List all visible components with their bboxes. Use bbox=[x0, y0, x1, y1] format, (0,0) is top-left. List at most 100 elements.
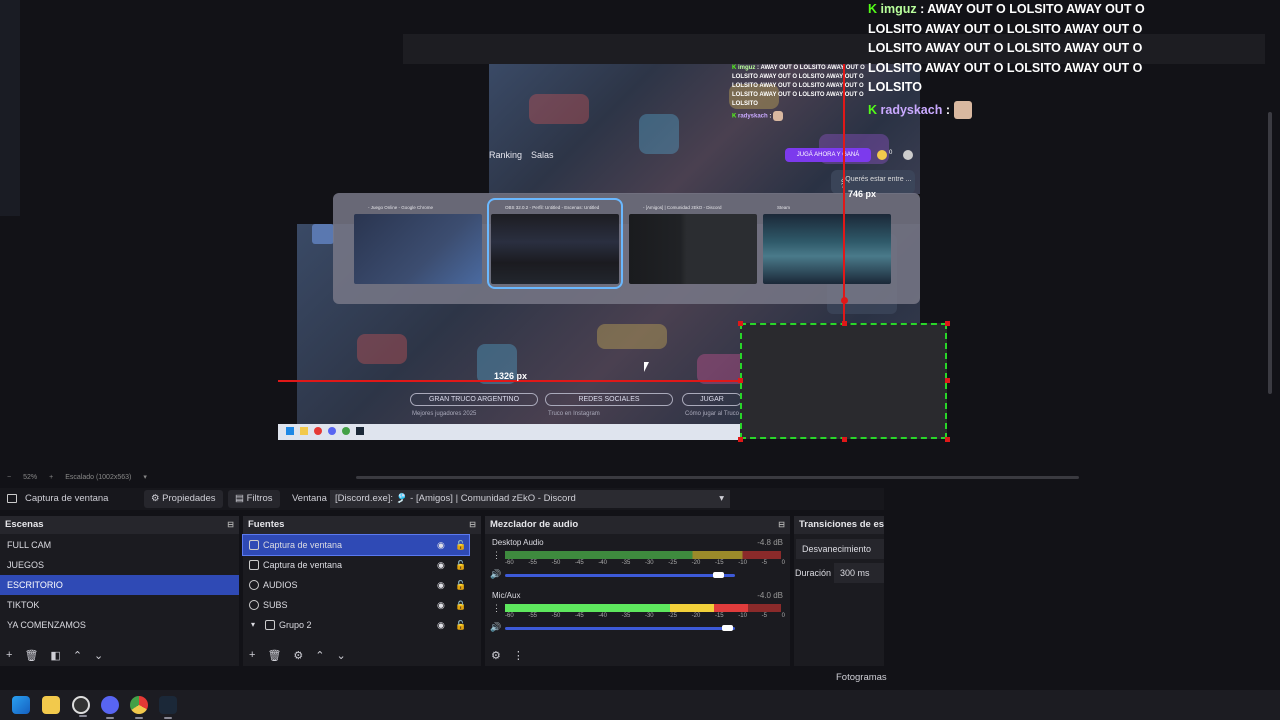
remove-source-icon[interactable]: 🗑 bbox=[267, 649, 281, 662]
blank-region bbox=[884, 488, 1280, 718]
advanced-audio-icon[interactable]: ⚙ bbox=[491, 649, 501, 662]
source-item[interactable]: Captura de ventana ◉ 🔓 bbox=[243, 555, 469, 575]
filters-button[interactable]: ▤ Filtros bbox=[228, 490, 280, 508]
meter-tick: -45 bbox=[574, 613, 584, 619]
visibility-eye-icon[interactable]: ◉ bbox=[437, 615, 445, 635]
preview-horizontal-scrollbar[interactable] bbox=[356, 476, 1079, 479]
meter-tick: -5 bbox=[761, 613, 767, 619]
captured-chat-message: K radyskach : bbox=[732, 111, 872, 122]
mixer-toolbar: ⚙ ⋮ bbox=[485, 644, 790, 666]
visibility-eye-icon[interactable]: ◉ bbox=[437, 535, 445, 555]
track-menu-icon[interactable]: ⋮ bbox=[492, 550, 501, 561]
resize-handle[interactable] bbox=[945, 321, 950, 326]
meter-tick: 0 bbox=[781, 613, 785, 619]
vertical-measure-line bbox=[843, 64, 845, 323]
captured-chat-message: K imguz : AWAY OUT O LOLSITO AWAY OUT O … bbox=[732, 65, 865, 107]
site-avatar bbox=[903, 150, 913, 160]
move-up-icon[interactable]: ⌃ bbox=[73, 649, 82, 662]
source-properties-icon[interactable]: ⚙ bbox=[293, 649, 303, 662]
site-pill: GRAN TRUCO ARGENTINO bbox=[410, 393, 538, 406]
volume-slider[interactable] bbox=[505, 625, 735, 631]
window-select[interactable]: [Discord.exe]: 🎐 - [Amigos] | Comunidad … bbox=[330, 490, 730, 508]
chevron-down-icon[interactable]: ▾ bbox=[251, 615, 255, 635]
switcher-card-title: - Juego Online - Google Chrome bbox=[368, 205, 434, 210]
resize-handle[interactable] bbox=[738, 378, 743, 383]
lock-icon[interactable]: 🔓 bbox=[455, 575, 466, 595]
scene-item[interactable]: JUEGOS bbox=[0, 555, 239, 575]
move-down-icon[interactable]: ⌄ bbox=[337, 649, 346, 662]
meter-tick: -60 bbox=[505, 613, 514, 619]
move-down-icon[interactable]: ⌄ bbox=[94, 649, 103, 662]
kick-icon: K bbox=[868, 2, 881, 16]
properties-button[interactable]: ⚙ Propiedades bbox=[144, 490, 223, 508]
meter-tick: -15 bbox=[714, 560, 724, 566]
track-menu-icon[interactable]: ⋮ bbox=[492, 603, 501, 614]
captured-left-strip bbox=[0, 0, 20, 216]
source-group-item[interactable]: ▾ Grupo 2 ◉ 🔓 bbox=[243, 615, 469, 635]
resize-handle[interactable] bbox=[945, 437, 950, 442]
lock-icon[interactable]: 🔓 bbox=[455, 535, 466, 555]
meter-ticks: -60 -55 -50 -45 -40 -35 -30 -25 -20 -15 -10 -5 0 bbox=[505, 613, 785, 619]
chat-message: K radyskach : bbox=[868, 101, 1198, 121]
zoom-in-button[interactable]: + bbox=[49, 474, 53, 481]
dock-menu-icon[interactable]: ⊟ bbox=[227, 516, 234, 534]
scene-item[interactable]: FULL CAM bbox=[0, 535, 239, 555]
dock-menu-icon[interactable]: ⊟ bbox=[778, 516, 785, 534]
scale-label: Escalado (1002x563) bbox=[65, 473, 132, 481]
add-source-icon[interactable]: + bbox=[249, 649, 255, 661]
source-item-selected[interactable]: Captura de ventana ◉ 🔓 bbox=[242, 534, 470, 556]
transition-select[interactable]: Desvanecimiento bbox=[796, 539, 884, 559]
resize-handle[interactable] bbox=[842, 437, 847, 442]
duration-input[interactable]: 300 ms bbox=[834, 563, 884, 583]
windows-start-icon[interactable] bbox=[12, 696, 30, 714]
lock-icon[interactable]: 🔓 bbox=[455, 615, 466, 635]
selected-source-bounds[interactable] bbox=[740, 323, 947, 439]
lock-icon[interactable]: 🔓 bbox=[455, 555, 466, 575]
source-item[interactable]: AUDIOS ◉ 🔓 bbox=[243, 575, 469, 595]
audio-source-icon bbox=[249, 580, 259, 590]
rotation-handle[interactable] bbox=[841, 297, 848, 304]
resize-handle[interactable] bbox=[738, 321, 743, 326]
mixer-track: Mic/Aux -4.0 dB ⋮ -60 -55 -50 -45 -40 -35 -30-… bbox=[485, 587, 790, 639]
meter-tick: -40 bbox=[598, 560, 607, 566]
site-nav-ranking: Ranking bbox=[489, 150, 523, 160]
mixer-menu-icon[interactable]: ⋮ bbox=[513, 649, 524, 662]
speaker-icon[interactable]: 🔊 bbox=[490, 569, 501, 580]
lock-icon[interactable]: 🔒 bbox=[455, 595, 466, 615]
site-cta-button: JUGÁ AHORA Y GANÁ bbox=[785, 148, 871, 162]
visibility-eye-icon[interactable]: ◉ bbox=[437, 595, 445, 615]
source-item[interactable]: SUBS ◉ 🔒 bbox=[243, 595, 469, 615]
meter-tick: -40 bbox=[598, 613, 607, 619]
window-label: Ventana bbox=[292, 493, 327, 504]
preview-canvas[interactable]: Ranking Salas JUGÁ AHORA Y GANÁ 0 ¿Queré… bbox=[0, 0, 1270, 468]
chat-text: : bbox=[945, 102, 951, 117]
preview-vertical-scrollbar[interactable] bbox=[1268, 112, 1272, 394]
dock-menu-icon[interactable]: ⊟ bbox=[469, 516, 476, 534]
resize-handle[interactable] bbox=[738, 437, 743, 442]
resize-handle[interactable] bbox=[842, 321, 847, 326]
remove-scene-icon[interactable]: 🗑 bbox=[24, 649, 38, 662]
discord-icon[interactable] bbox=[101, 696, 119, 719]
scene-item-selected[interactable]: ESCRITORIO bbox=[0, 575, 239, 595]
site-sub: Cómo jugar al Truco bbox=[685, 411, 740, 417]
file-explorer-icon[interactable] bbox=[42, 696, 60, 714]
switcher-card-title: - [Amigos] | Comunidad zEkO - Discord bbox=[643, 205, 722, 210]
move-up-icon[interactable]: ⌃ bbox=[315, 649, 324, 662]
kick-icon: K bbox=[868, 102, 881, 117]
visibility-eye-icon[interactable]: ◉ bbox=[437, 555, 445, 575]
volume-slider[interactable] bbox=[505, 572, 735, 578]
scene-item[interactable]: YA COMENZAMOS bbox=[0, 615, 239, 635]
visibility-eye-icon[interactable]: ◉ bbox=[437, 575, 445, 595]
scale-dropdown-icon[interactable]: ▾ bbox=[143, 473, 147, 481]
resize-handle[interactable] bbox=[945, 378, 950, 383]
steam-icon[interactable] bbox=[159, 696, 177, 719]
zoom-out-button[interactable]: − bbox=[7, 474, 11, 481]
add-scene-icon[interactable]: + bbox=[6, 649, 12, 661]
site-sub: Mejores jugadores 2025 bbox=[412, 411, 477, 417]
obs-icon[interactable] bbox=[72, 696, 90, 717]
scene-filters-icon[interactable]: ◧ bbox=[50, 649, 60, 662]
sources-dock: Fuentes ⊟ Captura de ventana ◉ 🔓 Captura de… bbox=[242, 516, 481, 666]
chrome-icon[interactable] bbox=[130, 696, 148, 719]
speaker-icon[interactable]: 🔊 bbox=[490, 622, 501, 633]
scene-item[interactable]: TIKTOK bbox=[0, 595, 239, 615]
